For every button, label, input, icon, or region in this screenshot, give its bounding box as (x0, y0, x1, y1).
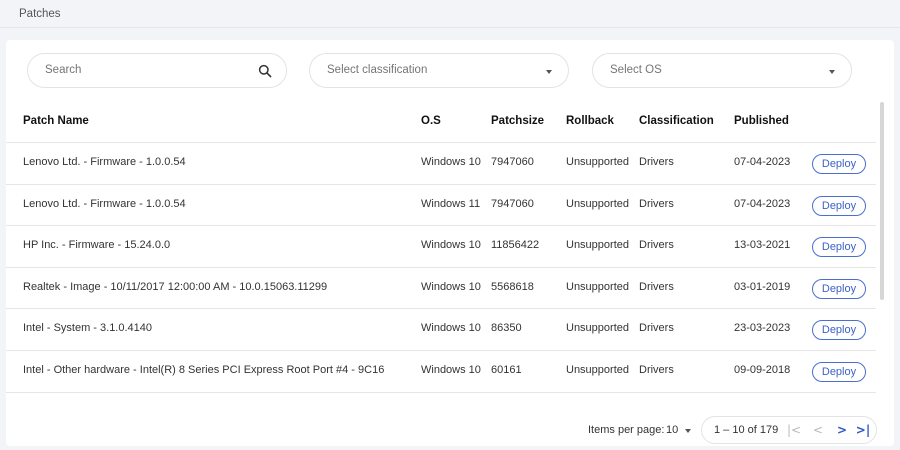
cell-classification: Drivers (639, 156, 674, 168)
next-page-icon[interactable]: > (834, 421, 850, 439)
cell-rollback: Unsupported (566, 156, 629, 168)
paginator: 1 – 10 of 179 |< < > >| (701, 416, 877, 444)
cell-published: 07-04-2023 (734, 156, 791, 168)
classification-select[interactable]: Select classification (309, 53, 569, 88)
deploy-button[interactable]: Deploy (812, 278, 866, 299)
cell-rollback: Unsupported (566, 322, 629, 335)
cell-classification: Drivers (639, 322, 674, 335)
header-os[interactable]: O.S (421, 115, 441, 127)
table-row: Lenovo Ltd. - Firmware - 1.0.0.54 Window… (6, 185, 876, 227)
cell-published: 13-03-2021 (734, 239, 791, 252)
table-scrollbar[interactable] (880, 102, 884, 300)
cell-rollback: Unsupported (566, 363, 629, 376)
cell-published: 23-03-2023 (734, 322, 791, 335)
table-row: HP Inc. - Firmware - 15.24.0.0 Windows 1… (6, 226, 876, 268)
table-row: Intel - System - 3.1.0.4140 Windows 10 8… (6, 309, 876, 351)
cell-patchsize: 5568618 (491, 280, 534, 293)
cell-rollback: Unsupported (566, 239, 629, 252)
cell-os: Windows 10 (421, 363, 481, 376)
search-placeholder: Search (45, 64, 82, 76)
items-per-page-select[interactable]: 10 (666, 424, 678, 436)
cell-published: 09-09-2018 (734, 363, 791, 376)
cell-patchsize: 7947060 (491, 197, 534, 210)
previous-page-icon[interactable]: < (810, 421, 826, 439)
cell-patchsize: 7947060 (491, 156, 534, 168)
first-page-icon[interactable]: |< (786, 421, 802, 439)
header-patch-name[interactable]: Patch Name (23, 115, 89, 127)
table-row: Intel - Other hardware - Intel(R) 8 Seri… (6, 351, 876, 393)
cell-published: 03-01-2019 (734, 280, 791, 293)
header-published[interactable]: Published (734, 115, 789, 127)
deploy-button[interactable]: Deploy (812, 154, 866, 174)
chevron-down-icon (829, 70, 835, 74)
search-icon[interactable] (258, 64, 272, 78)
header-patchsize[interactable]: Patchsize (491, 115, 544, 127)
cell-classification: Drivers (639, 239, 674, 252)
deploy-button[interactable]: Deploy (812, 195, 866, 216)
breadcrumb: Patches (19, 8, 61, 20)
cell-rollback: Unsupported (566, 197, 629, 210)
cell-patchsize: 11856422 (491, 239, 540, 252)
header-rollback[interactable]: Rollback (566, 115, 614, 127)
items-per-page-label: Items per page: (588, 424, 665, 436)
cell-patch-name: HP Inc. - Firmware - 15.24.0.0 (23, 239, 171, 252)
cell-rollback: Unsupported (566, 280, 629, 293)
deploy-button[interactable]: Deploy (812, 361, 866, 382)
header-classification[interactable]: Classification (639, 115, 714, 127)
cell-patch-name: Realtek - Image - 10/11/2017 12:00:00 AM… (23, 280, 328, 293)
os-placeholder: Select OS (610, 64, 662, 76)
cell-os: Windows 10 (421, 239, 481, 252)
cell-classification: Drivers (639, 363, 674, 376)
os-select[interactable]: Select OS (592, 53, 852, 88)
cell-patch-name: Intel - Other hardware - Intel(R) 8 Seri… (23, 363, 385, 376)
patches-card: Search Select classification Select OS P… (6, 40, 894, 446)
cell-patch-name: Lenovo Ltd. - Firmware - 1.0.0.54 (23, 156, 186, 168)
cell-patch-name: Intel - System - 3.1.0.4140 (23, 322, 153, 335)
table-header: Patch Name O.S Patchsize Rollback Classi… (6, 102, 876, 142)
cell-os: Windows 10 (421, 156, 481, 168)
page-range: 1 – 10 of 179 (714, 424, 779, 436)
deploy-button[interactable]: Deploy (812, 320, 866, 341)
cell-classification: Drivers (639, 197, 674, 210)
table-row: Realtek - Image - 10/11/2017 12:00:00 AM… (6, 268, 876, 310)
table-body: Lenovo Ltd. - Firmware - 1.0.0.54 Window… (6, 142, 876, 404)
search-input[interactable]: Search (27, 53, 287, 88)
cell-patchsize: 60161 (491, 363, 522, 376)
chevron-down-icon (546, 70, 552, 74)
chevron-down-icon[interactable] (685, 429, 691, 433)
top-bar: Patches (0, 0, 900, 28)
table-row: Lenovo Ltd. - Firmware - 1.0.0.54 Window… (6, 143, 876, 185)
cell-patchsize: 86350 (491, 322, 522, 335)
table-footer: Items per page: 10 1 – 10 of 179 |< < > … (6, 406, 894, 446)
cell-classification: Drivers (639, 280, 674, 293)
deploy-button[interactable]: Deploy (812, 237, 866, 258)
cell-published: 07-04-2023 (734, 197, 791, 210)
cell-os: Windows 11 (421, 197, 481, 210)
cell-os: Windows 10 (421, 322, 481, 335)
cell-os: Windows 10 (421, 280, 481, 293)
cell-patch-name: Lenovo Ltd. - Firmware - 1.0.0.54 (23, 197, 186, 210)
classification-placeholder: Select classification (327, 64, 428, 76)
last-page-icon[interactable]: >| (855, 421, 871, 439)
